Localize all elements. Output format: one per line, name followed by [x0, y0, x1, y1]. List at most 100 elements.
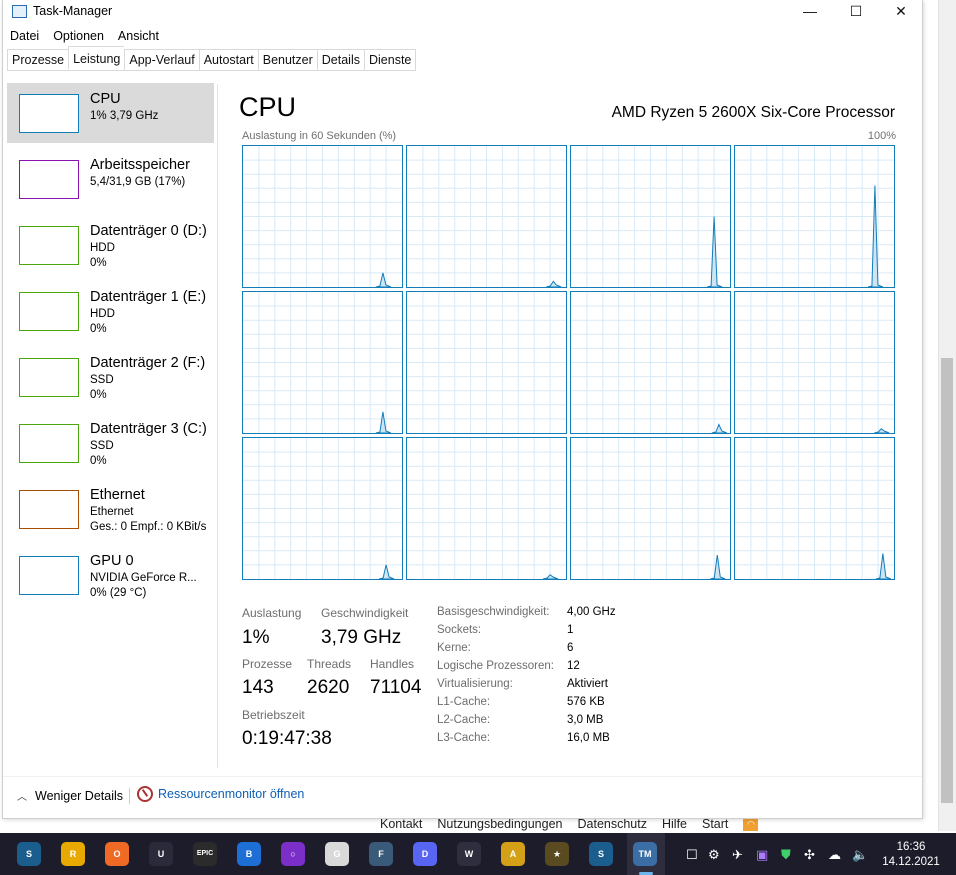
threads-label: Threads	[307, 657, 352, 671]
sidebar-item-7[interactable]: GPU 0 NVIDIA GeForce R... 0% (29 °C)	[7, 545, 214, 605]
sidebar-thumb-graph	[19, 424, 79, 463]
tray-fan-icon[interactable]: ✣	[804, 847, 815, 863]
footer-link-help[interactable]: Hilfe	[662, 817, 687, 831]
tray-steam-icon[interactable]: ⚙	[708, 847, 720, 863]
cpu-usage-spike	[710, 554, 726, 579]
usage-value: 1%	[242, 627, 270, 648]
speed-label: Geschwindigkeit	[321, 606, 409, 620]
clock-time: 16:36	[896, 841, 926, 853]
title-bar[interactable]: Task-Manager — ☐ ✕	[3, 0, 922, 24]
rockstar-icon[interactable]: R	[61, 842, 85, 866]
tray-app-icon[interactable]: ▣	[756, 847, 768, 863]
tab-details[interactable]: Details	[316, 49, 364, 71]
sidebar-item-sub: SSD	[90, 440, 114, 452]
footer-link-start[interactable]: Start	[702, 817, 728, 831]
star-app-icon[interactable]: ★	[545, 842, 569, 866]
tray-plane-icon[interactable]: ✈	[732, 847, 743, 863]
detail-value: Aktiviert	[567, 678, 608, 690]
tab-startup[interactable]: Autostart	[198, 49, 258, 71]
menu-file[interactable]: Datei	[3, 26, 46, 46]
cpu-core-graph	[570, 437, 731, 580]
menu-options[interactable]: Optionen	[46, 26, 111, 46]
clock[interactable]: 16:36 14.12.2021	[880, 840, 942, 870]
sidebar-thumb-graph	[19, 490, 79, 529]
sidebar-thumb-graph	[19, 358, 79, 397]
circle-app-icon[interactable]: ○	[281, 842, 305, 866]
sidebar-thumb-graph	[19, 160, 79, 199]
close-button[interactable]: ✕	[878, 0, 924, 24]
cpu-core-graph	[406, 145, 567, 288]
game-app-icon[interactable]: G	[325, 842, 349, 866]
sidebar-thumb-graph	[19, 226, 79, 265]
sidebar-item-sub2: Ges.: 0 Empf.: 0 KBit/s	[90, 521, 207, 533]
resource-monitor-label: Ressourcenmonitor öffnen	[158, 787, 305, 801]
epic-games-icon[interactable]: EPIC	[193, 842, 217, 866]
uptime-label: Betriebszeit	[242, 708, 305, 722]
footer-link-terms[interactable]: Nutzungsbedingungen	[437, 817, 562, 831]
sidebar-item-sub: Ethernet	[90, 506, 134, 518]
detail-key: Virtualisierung:	[437, 678, 513, 690]
sidebar-item-5[interactable]: Datenträger 3 (C:) SSD 0%	[7, 413, 214, 473]
sidebar-item-sub: NVIDIA GeForce R...	[90, 572, 197, 584]
maximize-button[interactable]: ☐	[833, 0, 879, 24]
tab-services[interactable]: Dienste	[363, 49, 417, 71]
menu-bar: Datei Optionen Ansicht	[3, 26, 166, 46]
discord-icon[interactable]: D	[413, 842, 437, 866]
tab-processes[interactable]: Prozesse	[7, 49, 69, 71]
page-scrollbar-thumb[interactable]	[941, 358, 953, 803]
sidebar-item-6[interactable]: Ethernet Ethernet Ges.: 0 Empf.: 0 KBit/s	[7, 479, 214, 539]
sidebar-item-sub: 1% 3,79 GHz	[90, 110, 159, 122]
tab-performance[interactable]: Leistung	[68, 46, 125, 69]
origin-icon[interactable]: O	[105, 842, 129, 866]
detail-value: 6	[567, 642, 574, 654]
sidebar-item-sub2: 0%	[90, 323, 107, 335]
wolf-app-icon[interactable]: W	[457, 842, 481, 866]
sidebar-item-4[interactable]: Datenträger 2 (F:) SSD 0%	[7, 347, 214, 407]
task-manager-icon[interactable]: TM	[633, 842, 657, 866]
steam-icon-2[interactable]: S	[589, 842, 613, 866]
bottom-bar: ︿ Weniger Details Ressourcenmonitor öffn…	[3, 776, 922, 816]
cpu-core-graph	[406, 291, 567, 434]
minimize-button[interactable]: —	[787, 0, 833, 24]
battlenet-icon[interactable]: B	[237, 842, 261, 866]
sidebar-item-label: Datenträger 3 (C:)	[90, 421, 207, 437]
sidebar-item-sub: 5,4/31,9 GB (17%)	[90, 176, 186, 188]
menu-view[interactable]: Ansicht	[111, 26, 166, 46]
sidebar-item-0[interactable]: CPU 1% 3,79 GHz	[7, 83, 214, 143]
cpu-core-graph	[734, 145, 895, 288]
tray-cloud-icon[interactable]: ☁	[828, 847, 841, 863]
tab-app-history[interactable]: App-Verlauf	[124, 49, 199, 71]
rss-icon[interactable]: ◠	[743, 817, 759, 831]
clock-date: 14.12.2021	[882, 856, 940, 868]
sidebar-thumb-graph	[19, 94, 79, 133]
cpu-core-graph	[570, 291, 731, 434]
sidebar-item-label: Datenträger 2 (F:)	[90, 355, 206, 371]
graph-label: Auslastung in 60 Sekunden (%)	[242, 130, 397, 142]
avatar-app-icon[interactable]: A	[501, 842, 525, 866]
cpu-core-graph	[406, 437, 567, 580]
sidebar-item-sub: SSD	[90, 374, 114, 386]
sidebar-item-label: Ethernet	[90, 487, 145, 503]
sidebar-item-sub2: 0% (29 °C)	[90, 587, 147, 599]
detail-value: 3,0 MB	[567, 714, 604, 726]
usage-label: Auslastung	[242, 606, 302, 620]
footer-link-privacy[interactable]: Datenschutz	[578, 817, 647, 831]
task-manager-app-icon	[12, 5, 27, 18]
ubisoft-icon[interactable]: U	[149, 842, 173, 866]
tray-shield-icon[interactable]: ⛊	[781, 847, 791, 863]
footer-link-contact[interactable]: Kontakt	[380, 817, 422, 831]
tray-overflow-icon[interactable]: ☐	[686, 847, 698, 863]
processes-label: Prozesse	[242, 657, 293, 671]
tab-users[interactable]: Benutzer	[257, 49, 317, 71]
tray-volume-icon[interactable]: 🔈	[852, 847, 868, 863]
sidebar-item-1[interactable]: Arbeitsspeicher 5,4/31,9 GB (17%)	[7, 149, 214, 209]
cpu-core-graph	[242, 437, 403, 580]
cpu-model: AMD Ryzen 5 2600X Six-Core Processor	[611, 104, 895, 121]
sidebar-item-3[interactable]: Datenträger 1 (E:) HDD 0%	[7, 281, 214, 341]
resource-monitor-link[interactable]: Ressourcenmonitor öffnen	[137, 786, 304, 802]
steam-icon[interactable]: S	[17, 842, 41, 866]
detail-key: Sockets:	[437, 624, 482, 636]
fish-app-icon[interactable]: F	[369, 842, 393, 866]
sidebar-item-2[interactable]: Datenträger 0 (D:) HDD 0%	[7, 215, 214, 275]
less-details-button[interactable]: ︿ Weniger Details	[17, 788, 123, 804]
